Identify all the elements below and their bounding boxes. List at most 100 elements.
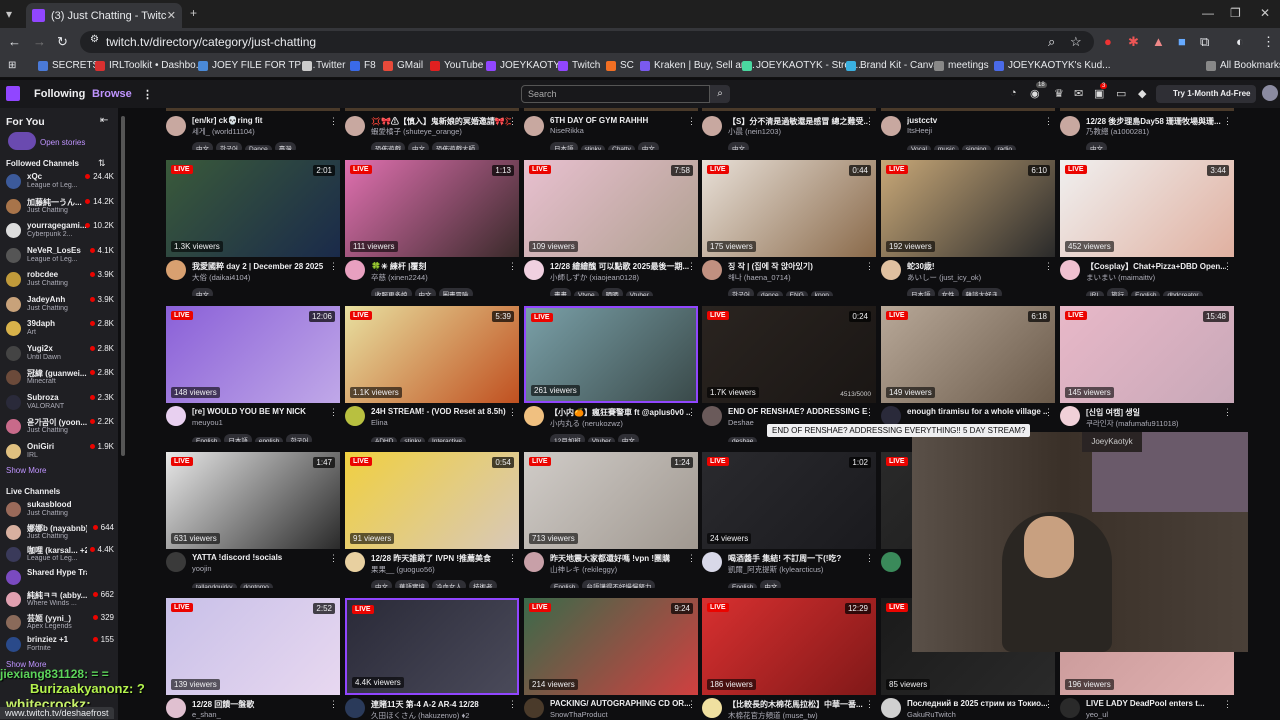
- stream-card[interactable]: 6TH DAY OF GYM RAHHH NiseRikka ⋮ 日本語 stinky C…: [524, 108, 698, 152]
- streamer-name[interactable]: yeo_ul: [1086, 710, 1226, 719]
- stories-icon[interactable]: ◔: [1010, 87, 1017, 99]
- stream-card[interactable]: LIVE 6:10 192 viewers 蛇30歳! あいしー (just_icy_o…: [881, 160, 1055, 306]
- tag[interactable]: Vtuber: [587, 437, 615, 442]
- card-menu-icon[interactable]: ⋮: [865, 261, 874, 272]
- stream-card[interactable]: LIVE 261 viewers 【小内🍊】瘋狂賽警車 ft @aplus0v0 .…: [524, 306, 698, 452]
- reload-icon[interactable]: ↻: [57, 34, 68, 50]
- stream-thumbnail[interactable]: LIVE 1:47 631 viewers: [166, 452, 340, 549]
- stream-thumbnail[interactable]: LIVE 5:39 1.1K viewers: [345, 306, 519, 403]
- tag[interactable]: 中文: [371, 580, 392, 588]
- tag[interactable]: 한국어: [286, 434, 313, 442]
- stories-avatars[interactable]: [8, 132, 36, 150]
- tag[interactable]: Chatty: [608, 145, 635, 150]
- tag[interactable]: 中文: [760, 580, 782, 588]
- bookmark-meetings[interactable]: meetings: [934, 60, 989, 71]
- tag[interactable]: 女性: [937, 288, 959, 296]
- streamer-avatar[interactable]: [345, 552, 365, 572]
- card-menu-icon[interactable]: ⋮: [329, 407, 338, 418]
- stream-thumbnail[interactable]: [881, 108, 1055, 111]
- card-menu-icon[interactable]: ⋮: [329, 699, 338, 710]
- minimize-icon[interactable]: —: [1202, 6, 1214, 20]
- live-channel[interactable]: brinziez +1 Fortnite 155: [4, 633, 118, 656]
- tag[interactable]: 中文: [728, 142, 749, 150]
- stream-thumbnail[interactable]: LIVE 9:24 214 viewers: [524, 598, 698, 695]
- stream-thumbnail[interactable]: LIVE 4.4K viewers: [345, 598, 519, 695]
- streamer-name[interactable]: GakuRuTwitch: [907, 710, 1047, 719]
- tag[interactable]: English: [728, 583, 758, 588]
- sort-icon[interactable]: ⇅: [98, 158, 106, 169]
- stream-thumbnail[interactable]: [166, 108, 340, 111]
- stream-title[interactable]: 12/28 繪繪醜 可以點歌 2025最後一期...: [550, 261, 690, 272]
- stream-thumbnail[interactable]: LIVE 0:44 175 viewers: [702, 160, 876, 257]
- tag[interactable]: stinky: [580, 145, 606, 150]
- streamer-avatar[interactable]: [1060, 698, 1080, 718]
- streamer-avatar[interactable]: [881, 406, 901, 426]
- stream-title[interactable]: 🍀✳ 練杆 |覆刻: [371, 261, 511, 272]
- streamer-avatar[interactable]: [166, 260, 186, 280]
- stream-card[interactable]: LIVE 12:06 148 viewers [re] WOULD YOU BE MY…: [166, 306, 340, 452]
- streamer-name[interactable]: 小晨 (nein1203): [728, 126, 868, 137]
- stream-card[interactable]: justcctv ItsHeeji ⋮ Vocal music singing radio: [881, 108, 1055, 152]
- streamer-avatar[interactable]: [881, 552, 901, 572]
- card-menu-icon[interactable]: ⋮: [687, 553, 696, 564]
- tab-list-icon[interactable]: ▾: [6, 7, 12, 21]
- tag[interactable]: 恐佈遊戲: [371, 142, 405, 150]
- whispers-icon[interactable]: ▭: [1116, 87, 1126, 100]
- tag[interactable]: 中文: [1086, 142, 1107, 150]
- tag[interactable]: English: [1131, 291, 1161, 296]
- tag[interactable]: kpop: [810, 291, 833, 296]
- card-menu-icon[interactable]: ⋮: [687, 261, 696, 272]
- stream-card[interactable]: LIVE 1:13 111 viewers 🍀✳ 練杆 |覆刻 卒慈 (xinen224…: [345, 160, 519, 306]
- streamer-avatar[interactable]: [881, 116, 901, 136]
- followed-channel[interactable]: 윤가곰이 (yoon... Just Chatting 2.2K: [4, 415, 118, 438]
- followed-channel[interactable]: 冠緯 (guanwei... Minecraft 2.8K: [4, 366, 118, 389]
- stream-thumbnail[interactable]: LIVE 12:06 148 viewers: [166, 306, 340, 403]
- streamer-avatar[interactable]: [1060, 406, 1080, 426]
- followed-channel[interactable]: yourragegami... Cyberpunk 2... 10.2K: [4, 219, 118, 242]
- stream-thumbnail[interactable]: [524, 108, 698, 111]
- card-menu-icon[interactable]: ⋮: [329, 261, 338, 272]
- streamer-avatar[interactable]: [524, 552, 544, 572]
- stream-card[interactable]: LIVE 1:24 713 viewers 昨天地震大家都還好嗎 !vpn !團購 山神…: [524, 452, 698, 598]
- tag[interactable]: stinky: [400, 437, 426, 442]
- stream-title[interactable]: 喝酒醬手 集結! 不訂周一下(!吃?: [728, 553, 868, 564]
- stream-thumbnail[interactable]: LIVE 3:44 452 viewers: [1060, 160, 1234, 257]
- live-channel[interactable]: 咖哩 (karsal... +2 League of Leg... 4.4K: [4, 543, 118, 566]
- streamer-avatar[interactable]: [524, 116, 544, 136]
- streamer-avatar[interactable]: [702, 406, 722, 426]
- stream-thumbnail[interactable]: LIVE 0:54 91 viewers: [345, 452, 519, 549]
- stream-title[interactable]: 【Cosplay】Chat+Pizza+DBD Open...: [1086, 261, 1226, 272]
- bookmark-sc[interactable]: SC: [606, 60, 634, 71]
- stream-card[interactable]: LIVE 1:02 24 viewers 喝酒醬手 集結! 不訂周一下(!吃? 凱爾_阿…: [702, 452, 876, 598]
- followed-channel[interactable]: xQc League of Leg... 24.4K: [4, 170, 118, 193]
- streamer-name[interactable]: まいまい (maimaittv): [1086, 272, 1226, 283]
- streamer-avatar[interactable]: [702, 116, 722, 136]
- tag[interactable]: 雜談大好き: [961, 288, 1002, 296]
- card-menu-icon[interactable]: ⋮: [687, 116, 696, 127]
- tag[interactable]: 收服更多娘: [371, 288, 412, 296]
- close-window-icon[interactable]: ✕: [1260, 6, 1270, 20]
- stream-card[interactable]: 💢🎀⚠【慎入】鬼新娘的冥婚邀請🎀💢 蝦愛橘子 (shuteye_orange) ⋮ 恐…: [345, 108, 519, 152]
- streamer-name[interactable]: ItsHeeji: [907, 126, 1047, 135]
- drops-icon[interactable]: ◉: [1030, 87, 1040, 100]
- stream-title[interactable]: justcctv: [907, 116, 1047, 125]
- tag[interactable]: radio: [993, 145, 1016, 150]
- streamer-name[interactable]: 세게_ (world11104): [192, 126, 332, 137]
- nav-following[interactable]: Following: [34, 88, 85, 100]
- user-avatar[interactable]: [1262, 85, 1278, 101]
- tag[interactable]: tallandquirky: [192, 583, 237, 588]
- search-input[interactable]: Search: [521, 85, 710, 103]
- card-menu-icon[interactable]: ⋮: [1223, 261, 1232, 272]
- streamer-avatar[interactable]: [702, 260, 722, 280]
- live-channel[interactable]: 芸姬 (yyni_) Apex Legends 329: [4, 611, 118, 634]
- stream-thumbnail[interactable]: [345, 108, 519, 111]
- card-menu-icon[interactable]: ⋮: [1044, 407, 1053, 418]
- tag[interactable]: 台語講得不好慢慢努力: [582, 580, 656, 588]
- stream-title[interactable]: 24H STREAM! - (VOD Reset at 8.5h): [371, 407, 511, 416]
- stream-title[interactable]: PACKING/ AUTOGRAPHING CD OR...: [550, 699, 690, 708]
- tag[interactable]: 한국어: [216, 142, 242, 150]
- stream-thumbnail[interactable]: LIVE 1:13 111 viewers: [345, 160, 519, 257]
- streamer-name[interactable]: 쿠라인자 (mafumafu911018): [1086, 418, 1226, 429]
- stream-title[interactable]: 12/28 昨天誰跳了 IVPN !推薦美食: [371, 553, 511, 564]
- streamer-name[interactable]: 大俗 (daikai4104): [192, 272, 332, 283]
